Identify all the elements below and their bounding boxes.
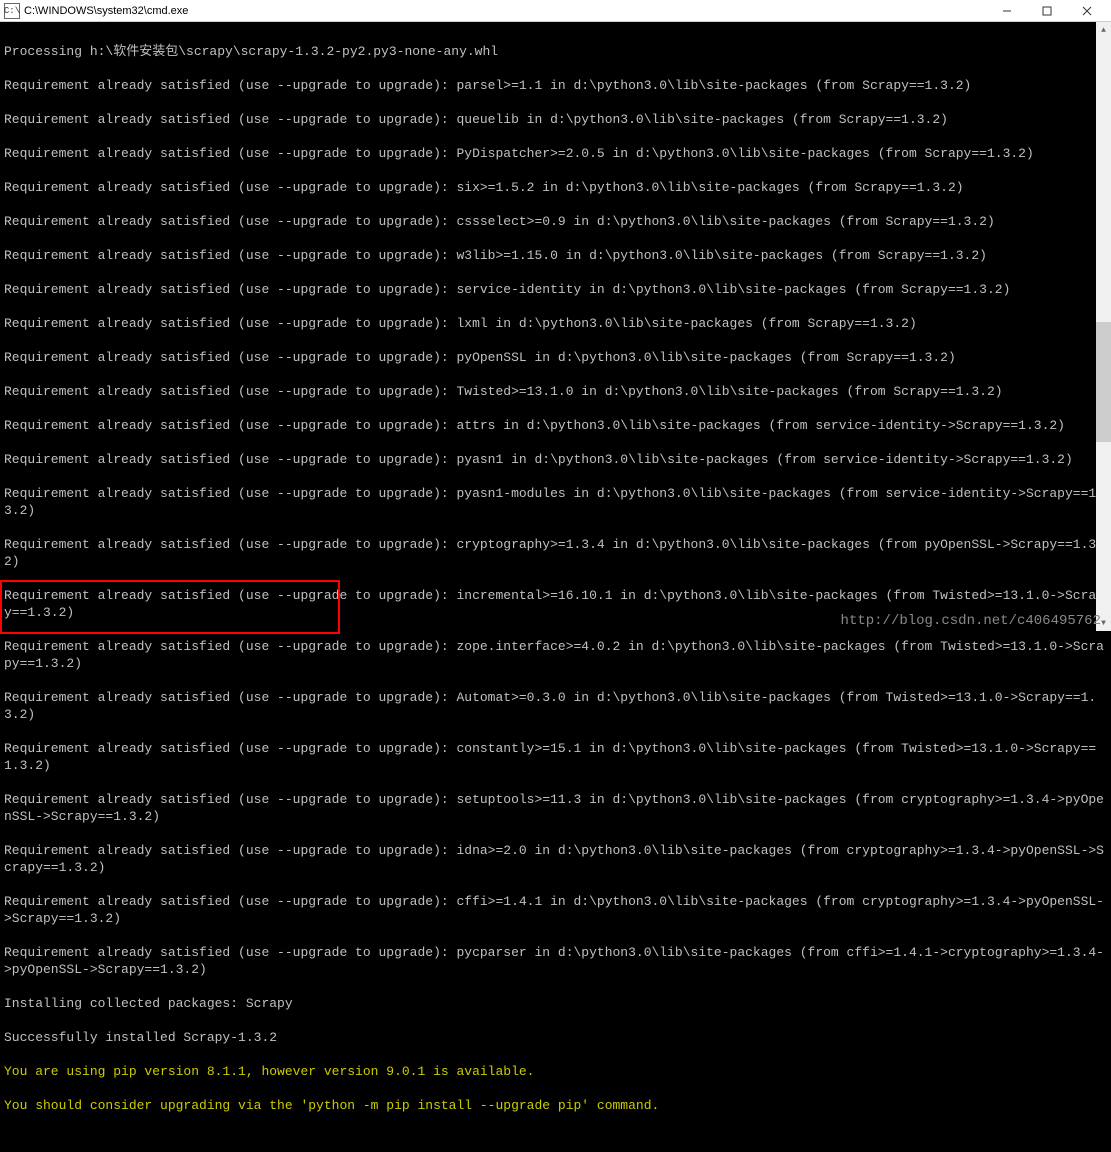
output-line-warning: You are using pip version 8.1.1, however…: [4, 1063, 1107, 1080]
output-line: Requirement already satisfied (use --upg…: [4, 451, 1107, 468]
output-line: Requirement already satisfied (use --upg…: [4, 77, 1107, 94]
output-line: Requirement already satisfied (use --upg…: [4, 281, 1107, 298]
window-titlebar: C:\ C:\WINDOWS\system32\cmd.exe: [0, 0, 1111, 22]
window-title: C:\WINDOWS\system32\cmd.exe: [24, 5, 987, 17]
maximize-icon: [1042, 6, 1052, 16]
maximize-button[interactable]: [1027, 0, 1067, 21]
output-line: Requirement already satisfied (use --upg…: [4, 349, 1107, 366]
scrollbar-thumb[interactable]: [1096, 322, 1111, 442]
output-line: Requirement already satisfied (use --upg…: [4, 485, 1107, 519]
cmd-icon: C:\: [4, 3, 20, 19]
minimize-icon: [1002, 6, 1012, 16]
output-line: Requirement already satisfied (use --upg…: [4, 213, 1107, 230]
output-line: Requirement already satisfied (use --upg…: [4, 689, 1107, 723]
close-button[interactable]: [1067, 0, 1107, 21]
output-line-warning: You should consider upgrading via the 'p…: [4, 1097, 1107, 1114]
output-line: Processing h:\软件安装包\scrapy\scrapy-1.3.2-…: [4, 43, 1107, 60]
output-line: Requirement already satisfied (use --upg…: [4, 247, 1107, 264]
output-line: Requirement already satisfied (use --upg…: [4, 536, 1107, 570]
scroll-up-button[interactable]: ▲: [1096, 22, 1111, 38]
output-line: Requirement already satisfied (use --upg…: [4, 791, 1107, 825]
output-line: Requirement already satisfied (use --upg…: [4, 893, 1107, 927]
minimize-button[interactable]: [987, 0, 1027, 21]
output-line: Requirement already satisfied (use --upg…: [4, 740, 1107, 774]
output-line: Requirement already satisfied (use --upg…: [4, 417, 1107, 434]
output-line-success: Successfully installed Scrapy-1.3.2: [4, 1029, 1107, 1046]
output-line-install: Installing collected packages: Scrapy: [4, 995, 1107, 1012]
output-line: Requirement already satisfied (use --upg…: [4, 315, 1107, 332]
watermark-text: http://blog.csdn.net/c406495762: [841, 613, 1101, 629]
output-line: Requirement already satisfied (use --upg…: [4, 179, 1107, 196]
output-line: Requirement already satisfied (use --upg…: [4, 145, 1107, 162]
close-icon: [1082, 6, 1092, 16]
output-line: Requirement already satisfied (use --upg…: [4, 638, 1107, 672]
output-line: Requirement already satisfied (use --upg…: [4, 944, 1107, 978]
output-line: Requirement already satisfied (use --upg…: [4, 111, 1107, 128]
output-line: Requirement already satisfied (use --upg…: [4, 842, 1107, 876]
vertical-scrollbar[interactable]: ▲ ▼: [1096, 22, 1111, 631]
terminal-output[interactable]: Processing h:\软件安装包\scrapy\scrapy-1.3.2-…: [0, 22, 1111, 1152]
window-controls: [987, 0, 1107, 21]
output-line: Requirement already satisfied (use --upg…: [4, 383, 1107, 400]
